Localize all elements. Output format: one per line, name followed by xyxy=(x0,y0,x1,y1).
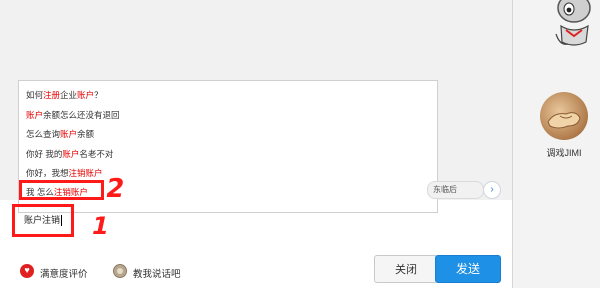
heart-icon[interactable] xyxy=(20,263,34,278)
teach-me-link[interactable]: 教我说话吧 xyxy=(133,266,181,280)
annotation-box-suggestion xyxy=(19,180,104,200)
suggestion-item-4[interactable]: 你好 我的账户名老不对 xyxy=(26,146,113,162)
suggestion-item-2[interactable]: 账户余额怎么还没有退回 xyxy=(26,107,120,123)
suggestion-item-1[interactable]: 如何注册企业账户？ xyxy=(26,87,103,103)
jimi-name-label[interactable]: 调戏JIMI xyxy=(538,146,590,159)
suggestion-item-3[interactable]: 怎么查询账户余额 xyxy=(26,126,94,142)
close-button[interactable]: 关闭 xyxy=(374,255,438,283)
quick-question-tag[interactable]: 东临后 xyxy=(427,181,484,199)
teach-icon[interactable] xyxy=(113,264,127,278)
satisfaction-rating-link[interactable]: 满意度评价 xyxy=(40,266,88,280)
suggestion-item-5[interactable]: 你好，我想注销账户 xyxy=(26,165,103,181)
jimi-avatar[interactable] xyxy=(540,92,588,140)
robot-mascot-icon xyxy=(555,0,591,46)
next-arrow-icon[interactable]: › xyxy=(483,181,501,199)
hand-icon xyxy=(547,112,581,129)
annotation-box-input xyxy=(12,204,74,237)
send-button[interactable]: 发送 xyxy=(435,255,501,283)
